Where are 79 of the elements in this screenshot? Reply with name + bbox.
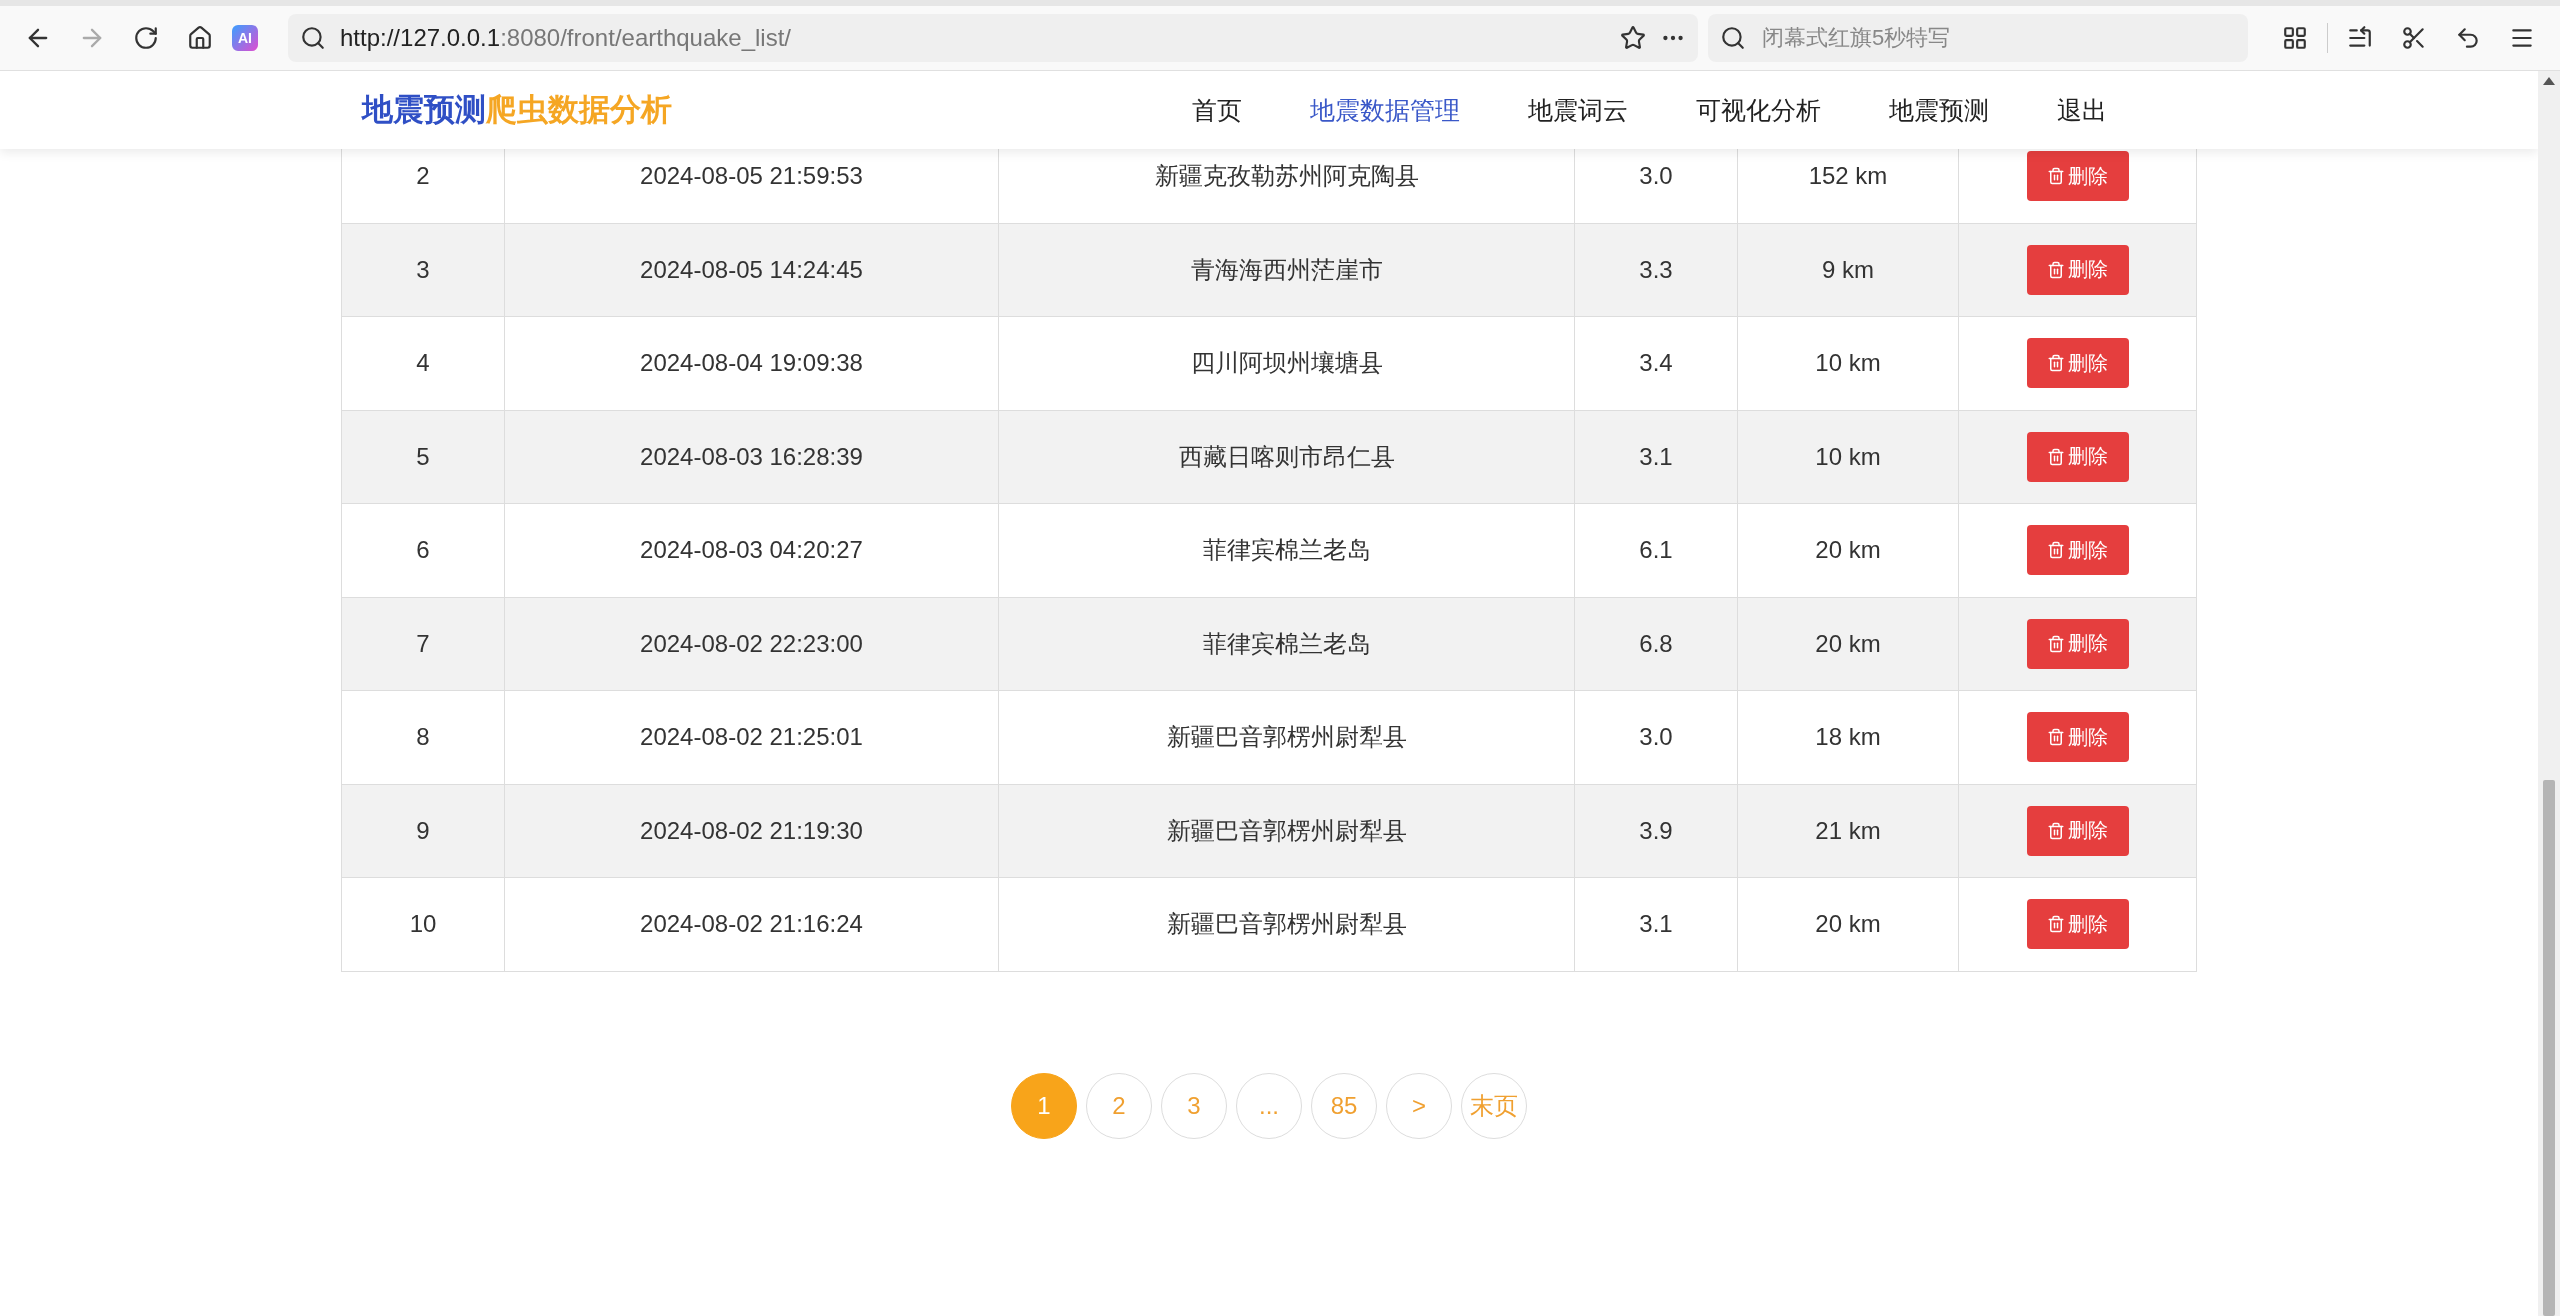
delete-button[interactable]: 删除 xyxy=(2026,151,2129,202)
delete-button[interactable]: 删除 xyxy=(2026,525,2129,576)
table-cell: 3 xyxy=(341,223,505,317)
table-cell: 5 xyxy=(341,410,505,504)
table-cell: 9 km xyxy=(1737,223,1959,317)
table-cell: 3.9 xyxy=(1574,784,1738,878)
table-cell: 2024-08-02 21:19:30 xyxy=(504,784,999,878)
page-button[interactable]: 3 xyxy=(1161,1072,1227,1139)
trash-icon xyxy=(2047,447,2065,466)
trash-icon xyxy=(2047,821,2065,840)
trash-icon xyxy=(2047,915,2065,934)
table-cell: 四川阿坝州壤塘县 xyxy=(998,316,1575,410)
table-cell: 6.8 xyxy=(1574,597,1738,691)
delete-button[interactable]: 删除 xyxy=(2026,805,2129,856)
delete-button[interactable]: 删除 xyxy=(2026,712,2129,763)
table-cell: 菲律宾棉兰老岛 xyxy=(998,597,1575,691)
table-cell: 2024-08-02 21:25:01 xyxy=(504,690,999,784)
table-cell: 新疆巴音郭楞州尉犁县 xyxy=(998,784,1575,878)
table-cell: 6 xyxy=(341,503,505,597)
table-cell: 2024-08-05 14:24:45 xyxy=(504,223,999,317)
table-cell: 2024-08-02 21:16:24 xyxy=(504,877,999,971)
table-cell: 20 km xyxy=(1737,503,1959,597)
table-cell: 6.1 xyxy=(1574,503,1738,597)
trash-icon xyxy=(2047,541,2065,560)
delete-button[interactable]: 删除 xyxy=(2026,338,2129,389)
search-input[interactable]: 闭幕式红旗5秒特写 xyxy=(1760,24,2236,52)
table-cell: 3.3 xyxy=(1574,223,1738,317)
url-text: http://127.0.0.1:8080/front/earthquake_list/ xyxy=(340,24,792,52)
nav-link[interactable]: 地震预测 xyxy=(1855,93,2023,127)
table-cell: 10 xyxy=(341,877,505,971)
delete-button[interactable]: 删除 xyxy=(2026,899,2129,950)
table-cell: 西藏日喀则市昂仁县 xyxy=(998,410,1575,504)
page-button[interactable]: ... xyxy=(1236,1072,1302,1139)
star-icon[interactable] xyxy=(1620,25,1646,51)
page-button[interactable]: 末页 xyxy=(1461,1072,1527,1139)
nav-link[interactable]: 可视化分析 xyxy=(1662,93,1855,127)
table-cell: 10 km xyxy=(1737,316,1959,410)
table-cell: 3.4 xyxy=(1574,316,1738,410)
delete-button[interactable]: 删除 xyxy=(2026,618,2129,669)
trash-icon xyxy=(2047,167,2065,186)
table-cell: 3.1 xyxy=(1574,410,1738,504)
search-icon xyxy=(1720,25,1746,51)
table-cell: 10 km xyxy=(1737,410,1959,504)
page-button[interactable]: > xyxy=(1386,1072,1452,1139)
table-cell: 18 km xyxy=(1737,690,1959,784)
delete-button[interactable]: 删除 xyxy=(2026,431,2129,482)
delete-button[interactable]: 删除 xyxy=(2026,244,2129,295)
table-cell: 8 xyxy=(341,690,505,784)
table-cell: 2024-08-04 19:09:38 xyxy=(504,316,999,410)
table-cell: 2024-08-03 04:20:27 xyxy=(504,503,999,597)
site-logo: 地震预测爬虫数据分析 xyxy=(362,91,672,129)
nav-link[interactable]: 退出 xyxy=(2023,93,2141,127)
page-button[interactable]: 85 xyxy=(1311,1072,1377,1139)
table-cell: 2024-08-02 22:23:00 xyxy=(504,597,999,691)
trash-icon xyxy=(2047,634,2065,653)
table-cell: 2024-08-03 16:28:39 xyxy=(504,410,999,504)
nav-link[interactable]: 地震词云 xyxy=(1494,93,1662,127)
nav-link[interactable]: 首页 xyxy=(1192,93,1276,127)
table-cell: 菲律宾棉兰老岛 xyxy=(998,503,1575,597)
table-cell: 7 xyxy=(341,597,505,691)
table-cell: 21 km xyxy=(1737,784,1959,878)
table-cell: 20 km xyxy=(1737,597,1959,691)
table-cell: 青海海西州茫崖市 xyxy=(998,223,1575,317)
search-field[interactable]: 闭幕式红旗5秒特写 xyxy=(1708,14,2248,62)
table-cell: 3.0 xyxy=(1574,690,1738,784)
search-icon xyxy=(300,25,326,51)
table-cell: 9 xyxy=(341,784,505,878)
trash-icon xyxy=(2047,354,2065,373)
trash-icon xyxy=(2047,260,2065,279)
page-button[interactable]: 2 xyxy=(1086,1072,1152,1139)
trash-icon xyxy=(2047,728,2065,747)
address-bar[interactable]: http://127.0.0.1:8080/front/earthquake_list/ xyxy=(288,14,1698,62)
nav-link[interactable]: 地震数据管理 xyxy=(1276,93,1494,127)
table-cell: 20 km xyxy=(1737,877,1959,971)
table-cell: 新疆巴音郭楞州尉犁县 xyxy=(998,877,1575,971)
ai-extension-icon[interactable]: AI xyxy=(232,25,258,51)
table-cell: 4 xyxy=(341,316,505,410)
table-cell: 新疆巴音郭楞州尉犁县 xyxy=(998,690,1575,784)
table-cell: 3.1 xyxy=(1574,877,1738,971)
